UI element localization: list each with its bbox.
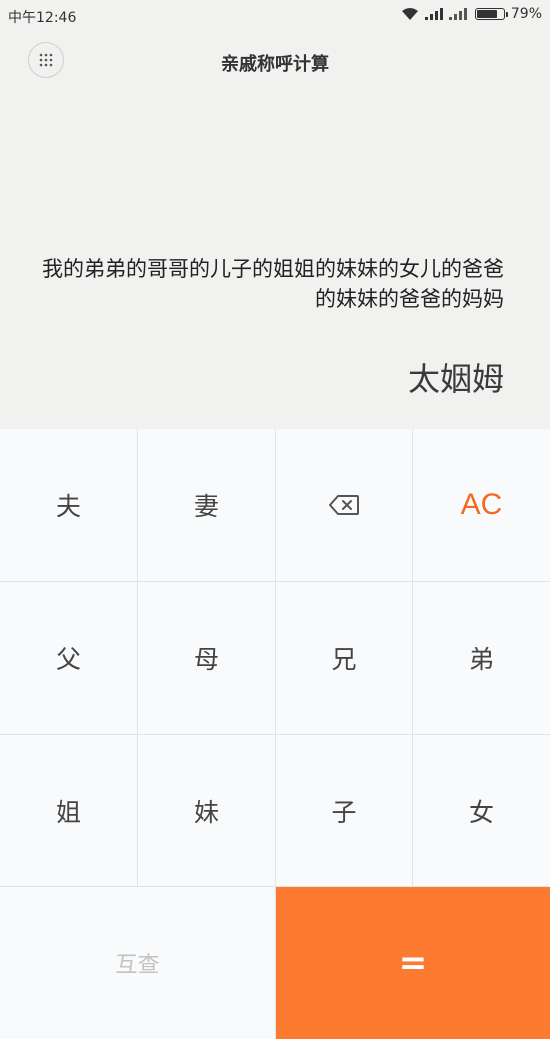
status-bar: 中午12:46 79% [0, 0, 550, 32]
key-daughter[interactable]: 女 [413, 735, 550, 887]
wifi-icon [401, 8, 418, 20]
status-time: 中午12:46 [8, 10, 77, 26]
key-mother[interactable]: 母 [138, 582, 276, 735]
backspace-button[interactable] [276, 429, 413, 582]
battery-icon [474, 8, 508, 20]
signal-4g-icon [448, 8, 467, 20]
key-older-brother[interactable]: 兄 [276, 582, 413, 735]
key-younger-sister[interactable]: 妹 [138, 735, 276, 887]
key-younger-brother[interactable]: 弟 [413, 582, 550, 735]
key-older-sister[interactable]: 姐 [0, 735, 138, 887]
equals-button[interactable]: = [276, 887, 550, 1039]
clear-button[interactable]: AC [413, 429, 550, 582]
battery-fill [476, 10, 497, 18]
key-wife[interactable]: 妻 [138, 429, 276, 582]
status-indicators: 79% [401, 6, 542, 22]
title-bar: 亲戚称呼计算 [0, 40, 550, 84]
keypad: 夫 妻 AC 父 母 兄 弟 姐 妹 子 女 互查 = [0, 429, 550, 1039]
page-title: 亲戚称呼计算 [221, 54, 329, 75]
key-father[interactable]: 父 [0, 582, 138, 735]
expression-display: 我的弟弟的哥哥的儿子的姐姐的妹妹的女儿的爸爸的妹妹的爸爸的妈妈 [42, 257, 504, 311]
key-husband[interactable]: 夫 [0, 429, 138, 582]
result-display: 太姻姆 [407, 360, 504, 398]
mutual-check-button[interactable]: 互查 [0, 887, 276, 1039]
backspace-icon [329, 495, 359, 515]
battery-percent: 79% [510, 6, 542, 22]
key-son[interactable]: 子 [276, 735, 413, 887]
signal-icon [424, 8, 443, 20]
